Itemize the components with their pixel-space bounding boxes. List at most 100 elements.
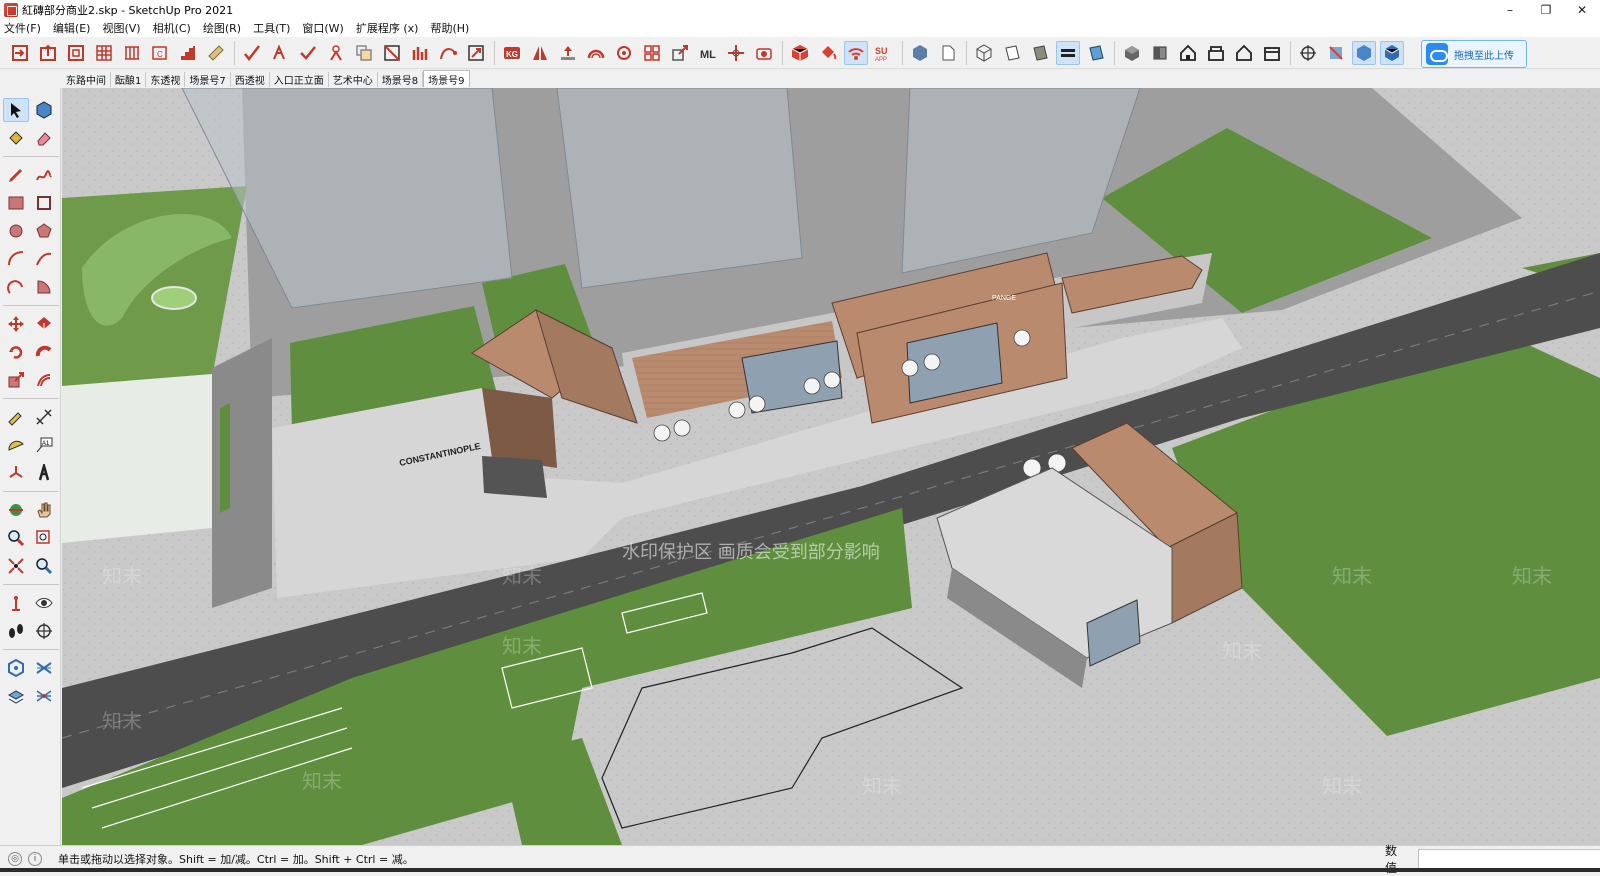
text-label-icon[interactable]: A1 [31,433,57,457]
layers-icon[interactable] [1056,40,1080,65]
follow-me-icon[interactable] [31,340,57,364]
walk-icon[interactable] [3,619,29,643]
import-icon[interactable] [8,41,32,65]
position-camera-icon[interactable] [3,591,29,615]
dimension-icon[interactable] [31,405,57,429]
pencil-line-icon[interactable] [3,163,29,187]
menu-draw[interactable]: 绘图(R) [203,20,241,36]
section-box-icon[interactable] [380,41,404,65]
arc-icon[interactable] [584,41,608,65]
paper-icon[interactable] [936,41,960,65]
scale-icon[interactable] [668,41,692,65]
grid-icon[interactable] [92,41,116,65]
scene-tab[interactable]: 东透视 [146,72,186,87]
scene-tab-active[interactable]: 场景号9 [423,70,470,87]
3d-text-icon[interactable] [31,461,57,485]
rectangle-icon[interactable] [3,191,29,215]
smoove-icon[interactable] [31,656,57,680]
section-plane-tool-icon[interactable] [31,619,57,643]
kg-icon[interactable]: KG [500,41,524,65]
zoom-extents-icon[interactable] [3,554,29,578]
back-view-icon[interactable] [1232,41,1256,65]
menu-edit[interactable]: 编辑(E) [53,20,91,36]
stamp-icon[interactable] [3,684,29,708]
drape-icon[interactable] [31,684,57,708]
move-icon[interactable] [3,312,29,336]
stairs-icon[interactable] [176,41,200,65]
iso-view-icon[interactable] [1120,41,1144,65]
protractor-icon[interactable] [3,433,29,457]
sandbox-icon[interactable] [3,656,29,680]
scene-tab[interactable]: 场景号7 [185,72,231,87]
scene-tab[interactable]: 艺术中心 [329,72,378,87]
push-up-icon[interactable] [556,41,580,65]
menu-camera[interactable]: 相机(C) [153,20,191,36]
section-plane-icon[interactable] [1324,41,1348,65]
mirror-icon[interactable] [528,41,552,65]
menu-tools[interactable]: 工具(T) [253,20,290,36]
ruler-icon[interactable] [204,41,228,65]
pie-icon[interactable] [31,275,57,299]
scene-tab[interactable]: 西透视 [231,72,270,87]
box-red-icon[interactable] [788,41,812,65]
array-grid-icon[interactable] [640,41,664,65]
polygon-icon[interactable] [31,219,57,243]
menu-help[interactable]: 帮助(H) [430,20,469,36]
export-icon[interactable] [36,41,60,65]
rotated-rectangle-icon[interactable] [31,191,57,215]
front-view-icon[interactable] [1176,41,1200,65]
orbit-icon[interactable] [3,498,29,522]
right-view-icon[interactable] [1204,41,1228,65]
restore-button[interactable]: ❐ [1528,0,1564,19]
scene-tab[interactable]: 场景号8 [378,72,424,87]
push-pull-icon[interactable] [31,312,57,336]
section-cut-icon[interactable] [1352,40,1376,65]
minimize-button[interactable]: – [1492,0,1528,19]
scene-tab[interactable]: 东路中间 [62,72,111,87]
offset-tool-icon[interactable] [31,368,57,392]
zoom-window-icon[interactable] [31,526,57,550]
camera-icon[interactable] [752,41,776,65]
axes-icon[interactable] [1296,41,1320,65]
columns-icon[interactable] [120,41,144,65]
offset-icon[interactable] [352,41,376,65]
scene-tab[interactable]: 酝酿1 [111,72,147,87]
bar-graph-icon[interactable] [408,41,432,65]
compass-icon[interactable] [324,41,348,65]
model-viewport[interactable]: PANGE CONSTANTINOPLE 水印保护区 画质会受到部分影响 知末 … [62,88,1600,845]
scene-tab[interactable]: 入口正立面 [270,72,329,87]
pan-hand-icon[interactable] [31,498,57,522]
circle-icon[interactable] [3,219,29,243]
help-info-icon[interactable]: i [28,852,42,866]
wifi-signal-icon[interactable] [844,40,868,65]
select-arrow-icon[interactable] [3,98,29,122]
top-view-icon[interactable] [1148,41,1172,65]
crosshair-icon[interactable] [724,41,748,65]
xray-cube-icon[interactable] [972,41,996,65]
freehand-icon[interactable] [31,163,57,187]
su-app-icon[interactable]: SU APP [872,41,896,65]
check-mark-icon[interactable] [296,41,320,65]
rotate-icon[interactable] [3,340,29,364]
arc-tool-icon[interactable] [3,247,29,271]
move-arrow-icon[interactable] [464,41,488,65]
menu-extensions[interactable]: 扩展程序 (x) [356,20,419,36]
menu-file[interactable]: 文件(F) [4,20,41,36]
geo-location-icon[interactable]: ◎ [8,852,22,866]
wire-face-icon[interactable] [1000,41,1024,65]
make-component-icon[interactable] [31,98,57,122]
close-button[interactable]: ✕ [1564,0,1600,19]
section-fill-icon[interactable] [1380,40,1404,65]
measurements-input[interactable] [1417,849,1600,869]
paint-bucket-icon[interactable] [816,41,840,65]
textured-face-icon[interactable] [1028,41,1052,65]
cut-opening-icon[interactable]: C [148,41,172,65]
blue-face-icon[interactable] [1084,41,1108,65]
eraser-icon[interactable] [31,126,57,150]
left-view-icon[interactable] [1260,41,1284,65]
check-line-icon[interactable] [240,41,264,65]
axes-tool-icon[interactable] [3,461,29,485]
look-around-icon[interactable] [31,591,57,615]
ml-icon[interactable]: ML [696,41,720,65]
two-point-arc-icon[interactable] [31,247,57,271]
